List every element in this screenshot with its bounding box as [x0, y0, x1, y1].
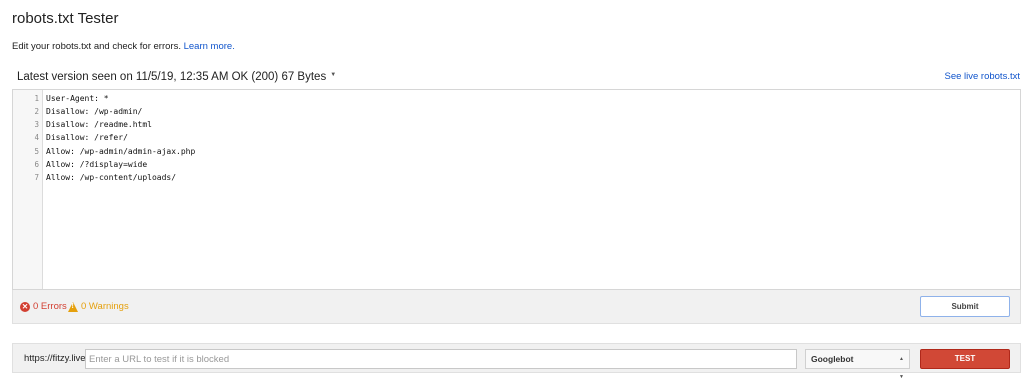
code-line[interactable]: Disallow: /wp-admin/: [46, 107, 142, 116]
code-line[interactable]: Allow: /wp-content/uploads/: [46, 173, 176, 182]
line-number-gutter: 1 2 3 4 5 6 7: [13, 90, 43, 289]
select-arrows-icon: ▲ ▼: [899, 356, 904, 378]
validation-status-bar: ✕ 0 Errors 0 Warnings Submit: [12, 290, 1021, 324]
code-line[interactable]: Allow: /wp-admin/admin-ajax.php: [46, 147, 195, 156]
line-number: 3: [34, 120, 39, 129]
line-number: 2: [34, 107, 39, 116]
test-url-input[interactable]: [85, 349, 797, 369]
error-icon: ✕: [20, 301, 30, 312]
warning-count: 0 Warnings: [68, 301, 129, 312]
url-test-bar: https://fitzy.live/ Googlebot ▲▼ TEST: [12, 343, 1021, 378]
line-number: 1: [34, 94, 39, 103]
submit-button[interactable]: Submit: [920, 296, 1010, 317]
line-number: 5: [34, 147, 39, 156]
learn-more-link[interactable]: Learn more.: [184, 41, 235, 52]
version-text: Latest version seen on 11/5/19, 12:35 AM…: [17, 71, 327, 83]
user-agent-value: Googlebot: [811, 354, 854, 364]
version-selector[interactable]: Latest version seen on 11/5/19, 12:35 AM…: [17, 71, 336, 83]
code-line[interactable]: Disallow: /readme.html: [46, 120, 152, 129]
line-number: 6: [34, 160, 39, 169]
code-line[interactable]: Disallow: /refer/: [46, 133, 128, 142]
url-prefix: https://fitzy.live/: [24, 353, 89, 364]
error-count: ✕ 0 Errors: [20, 301, 67, 312]
code-line[interactable]: Allow: /?display=wide: [46, 160, 147, 169]
warning-count-text: 0 Warnings: [81, 301, 129, 312]
page-description: Edit your robots.txt and check for error…: [12, 41, 235, 52]
test-button[interactable]: TEST: [920, 349, 1010, 369]
line-number: 4: [34, 133, 39, 142]
robots-editor[interactable]: 1 2 3 4 5 6 7 User-Agent: * Disallow: /w…: [12, 89, 1021, 290]
see-live-robots-link[interactable]: See live robots.txt: [944, 71, 1020, 82]
page-title: robots.txt Tester: [12, 10, 119, 27]
caret-down-icon: ▼: [330, 72, 337, 78]
warning-icon: [68, 301, 78, 312]
code-line[interactable]: User-Agent: *: [46, 94, 109, 103]
description-text: Edit your robots.txt and check for error…: [12, 41, 181, 52]
user-agent-select[interactable]: Googlebot ▲ ▼: [805, 349, 910, 378]
error-count-text: 0 Errors: [33, 301, 67, 312]
line-number: 7: [34, 173, 39, 182]
